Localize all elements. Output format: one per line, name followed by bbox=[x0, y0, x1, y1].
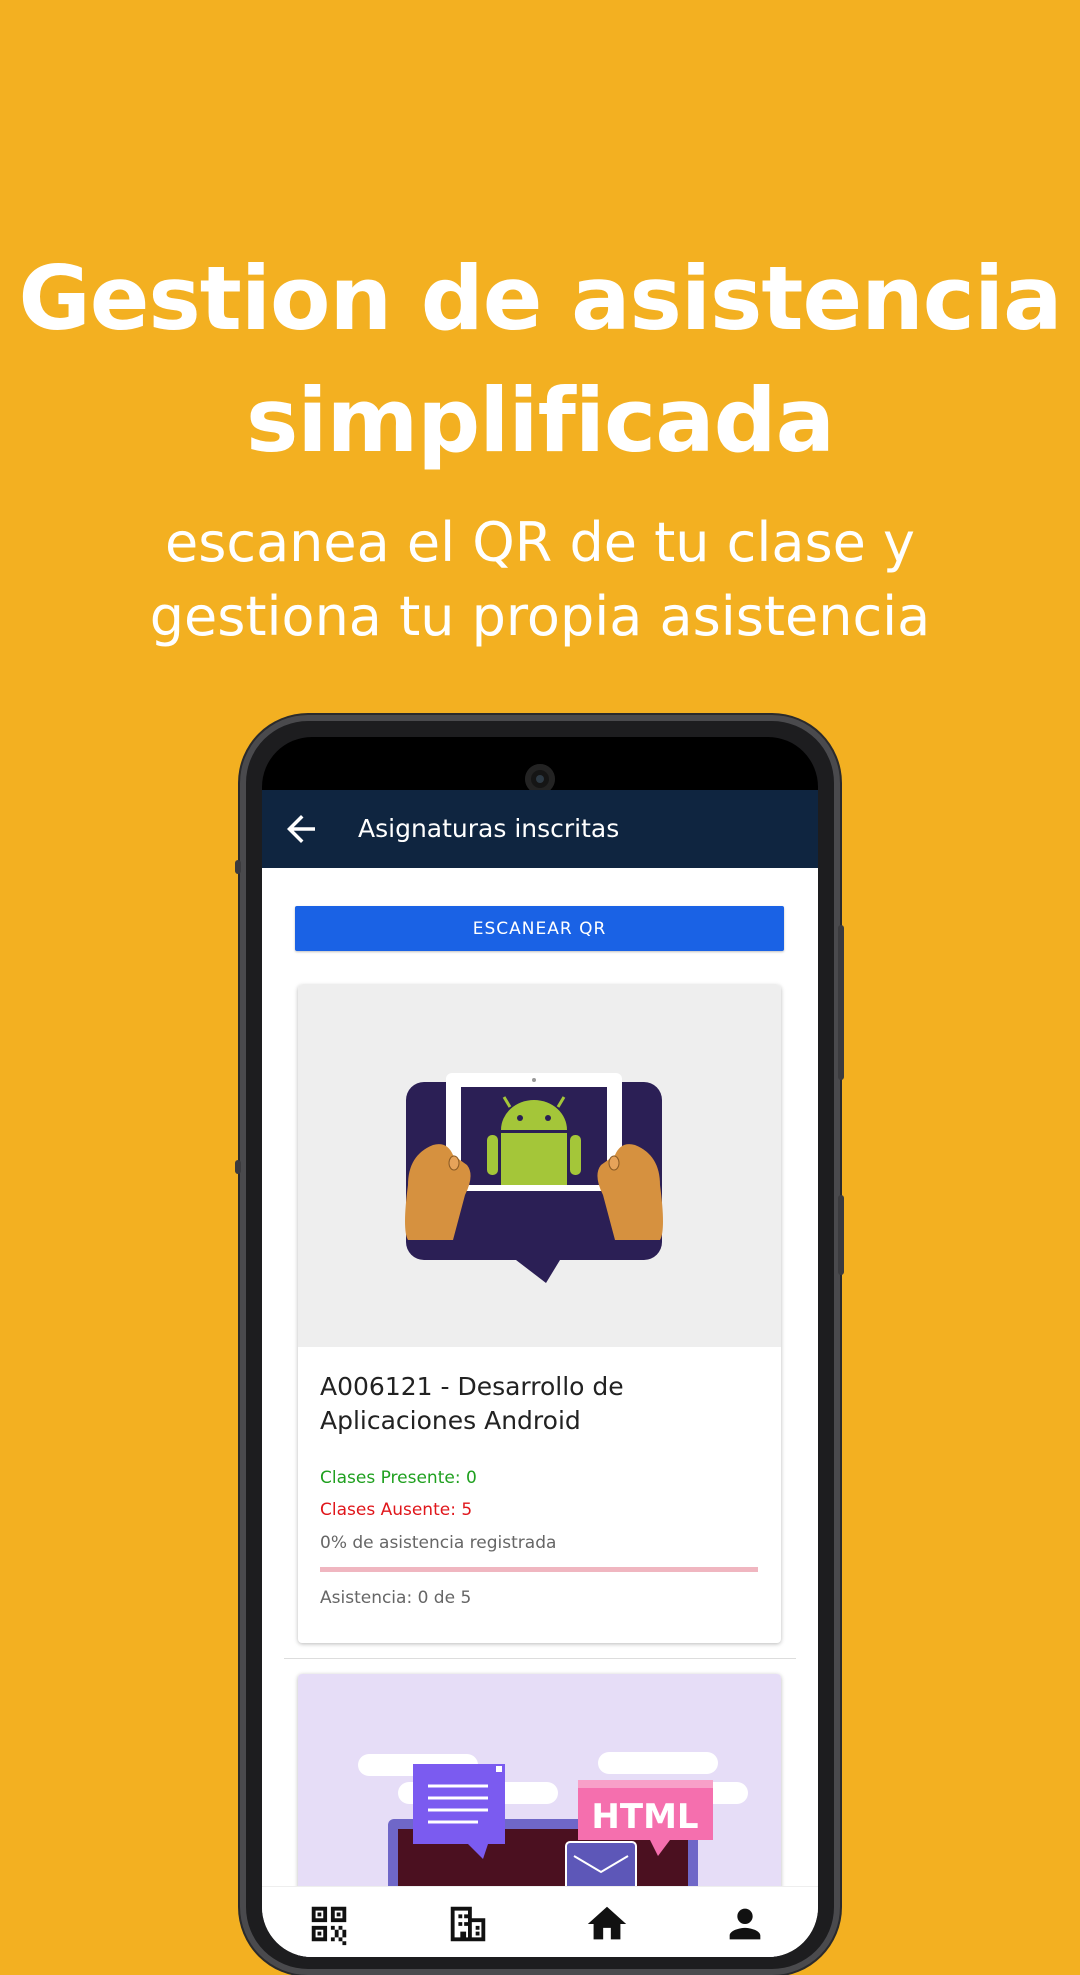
course-title: A006121 - Desarrollo de Aplicaciones And… bbox=[320, 1370, 760, 1438]
home-icon[interactable] bbox=[584, 1901, 630, 1947]
attendance-percent: 0% de asistencia registrada bbox=[320, 1533, 557, 1553]
headline-line-1: Gestion de asistencia bbox=[18, 247, 1063, 350]
promo-subtitle: escanea el QR de tu clase y gestiona tu … bbox=[0, 506, 1080, 654]
course-list: ESCANEAR QR A006121 - Desarrollo de Apli… bbox=[262, 868, 818, 1957]
attendance-count: Asistencia: 0 de 5 bbox=[320, 1588, 472, 1608]
phone-mockup: Asignaturas inscritas ESCANEAR QR A00612… bbox=[235, 715, 844, 1975]
qr-code-icon[interactable] bbox=[306, 1901, 352, 1947]
attendance-progress-bar bbox=[320, 1567, 758, 1572]
course-title-line-2: Aplicaciones Android bbox=[320, 1406, 581, 1435]
person-icon[interactable] bbox=[722, 1901, 768, 1947]
scan-qr-button[interactable]: ESCANEAR QR bbox=[295, 906, 784, 951]
classes-present: Clases Presente: 0 bbox=[320, 1468, 477, 1488]
html-label: HTML bbox=[591, 1797, 698, 1837]
android-tablet-illustration bbox=[405, 1073, 663, 1283]
course-card[interactable]: A006121 - Desarrollo de Aplicaciones And… bbox=[298, 985, 781, 1643]
building-icon[interactable] bbox=[445, 1901, 491, 1947]
subtitle-line-1: escanea el QR de tu clase y bbox=[165, 511, 915, 574]
volume-button bbox=[838, 1195, 844, 1275]
subtitle-line-2: gestiona tu propia asistencia bbox=[149, 585, 931, 648]
promo-headline: Gestion de asistencia simplificada bbox=[0, 238, 1080, 482]
bottom-navigation bbox=[262, 1886, 818, 1957]
app-bar: Asignaturas inscritas bbox=[262, 790, 818, 868]
page-title: Asignaturas inscritas bbox=[358, 814, 620, 843]
course-image bbox=[298, 985, 781, 1347]
side-key-2 bbox=[235, 1160, 241, 1174]
arrow-left-icon[interactable] bbox=[280, 808, 322, 850]
power-button bbox=[838, 925, 844, 1080]
course-title-line-1: A006121 - Desarrollo de bbox=[320, 1372, 624, 1401]
list-divider bbox=[284, 1658, 796, 1659]
headline-line-2: simplificada bbox=[246, 369, 835, 472]
side-key bbox=[235, 860, 241, 874]
classes-absent: Clases Ausente: 5 bbox=[320, 1500, 473, 1520]
phone-screen: Asignaturas inscritas ESCANEAR QR A00612… bbox=[262, 737, 818, 1957]
